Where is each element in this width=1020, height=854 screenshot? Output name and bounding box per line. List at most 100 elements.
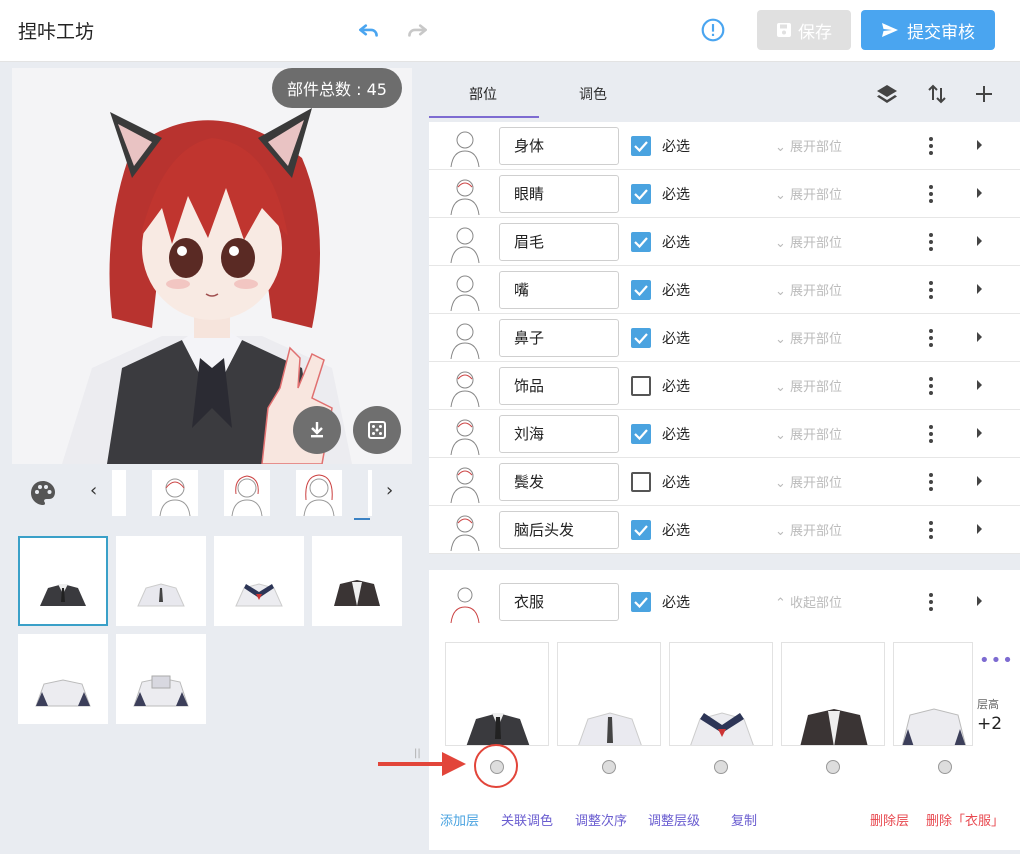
required-checkbox[interactable] — [631, 520, 651, 540]
undo-icon[interactable] — [356, 18, 382, 44]
palette-icon[interactable] — [28, 478, 58, 508]
redo-icon[interactable] — [404, 18, 430, 44]
more-vert-icon[interactable] — [925, 590, 937, 614]
expand-part-toggle[interactable]: ⌄ 展开部位 — [775, 472, 842, 491]
plus-icon[interactable] — [972, 82, 996, 106]
part-row: 刘海 必选 ⌄ 展开部位 — [429, 410, 1020, 458]
red-arrow-icon — [378, 752, 466, 776]
layers-icon[interactable] — [875, 82, 899, 106]
chevron-right-icon[interactable] — [975, 184, 985, 202]
link-color-link[interactable]: 关联调色 — [501, 810, 553, 829]
required-checkbox[interactable] — [631, 280, 651, 300]
expand-part-toggle[interactable]: ⌄ 展开部位 — [775, 376, 842, 395]
expand-part-toggle[interactable]: ⌄ 展开部位 — [775, 232, 842, 251]
layer-card[interactable] — [893, 642, 973, 746]
expand-part-toggle[interactable]: ⌄ 展开部位 — [775, 520, 842, 539]
more-vert-icon[interactable] — [925, 278, 937, 302]
more-vert-icon[interactable] — [925, 374, 937, 398]
layer-card[interactable] — [669, 642, 773, 746]
part-name-field[interactable]: 饰品 — [499, 367, 619, 405]
required-checkbox[interactable] — [631, 184, 651, 204]
variant-thumb[interactable] — [312, 536, 402, 626]
expand-part-toggle[interactable]: ⌄ 展开部位 — [775, 136, 842, 155]
more-vert-icon[interactable] — [925, 470, 937, 494]
delete-layer-link[interactable]: 删除层 — [870, 810, 909, 829]
layer-card[interactable] — [781, 642, 885, 746]
required-label: 必选 — [662, 427, 690, 443]
variant-thumb[interactable] — [116, 536, 206, 626]
part-thumb — [450, 323, 480, 359]
required-checkbox[interactable] — [631, 376, 651, 396]
chevron-right-icon[interactable] — [975, 424, 985, 442]
expand-part-toggle[interactable]: ⌄ 展开部位 — [775, 328, 842, 347]
layer-radio[interactable] — [826, 760, 840, 774]
chevron-right-icon[interactable] — [975, 328, 985, 346]
adjust-order-link[interactable]: 调整次序 — [575, 810, 627, 829]
add-layer-link[interactable]: 添加层 — [440, 810, 479, 829]
more-vert-icon[interactable] — [925, 518, 937, 542]
required-checkbox[interactable] — [631, 424, 651, 444]
chevron-right-icon[interactable] — [975, 592, 985, 610]
part-name-field[interactable]: 刘海 — [499, 415, 619, 453]
chevron-right-icon[interactable] — [975, 520, 985, 538]
more-vert-icon[interactable] — [925, 230, 937, 254]
chevron-right-icon[interactable] — [975, 136, 985, 154]
required-checkbox[interactable] — [631, 232, 651, 252]
info-icon[interactable] — [700, 17, 726, 43]
strip-prev-arrow[interactable]: ‹ — [90, 480, 97, 501]
strip-thumb[interactable] — [224, 470, 270, 517]
variant-thumb[interactable] — [116, 634, 206, 724]
chevron-right-icon[interactable] — [975, 280, 985, 298]
chevron-right-icon[interactable] — [975, 472, 985, 490]
part-name-field[interactable]: 身体 — [499, 127, 619, 165]
more-vert-icon[interactable] — [925, 182, 937, 206]
collapse-part-toggle[interactable]: ⌃ 收起部位 — [775, 592, 842, 611]
more-vert-icon[interactable] — [925, 422, 937, 446]
chevron-down-icon: ⌄ — [775, 236, 786, 251]
chevron-right-icon[interactable] — [975, 376, 985, 394]
save-button[interactable]: 保存 — [757, 10, 851, 50]
layer-radio[interactable] — [938, 760, 952, 774]
variant-thumb[interactable] — [18, 634, 108, 724]
part-name-field[interactable]: 眼睛 — [499, 175, 619, 213]
required-checkbox[interactable] — [631, 592, 651, 612]
more-vert-icon[interactable] — [925, 326, 937, 350]
random-button[interactable] — [353, 406, 401, 454]
part-name-field[interactable]: 鼻子 — [499, 319, 619, 357]
strip-thumb[interactable] — [152, 470, 198, 517]
chevron-right-icon[interactable] — [975, 232, 985, 250]
copy-link[interactable]: 复制 — [731, 810, 757, 829]
tab-parts[interactable]: 部位 — [469, 84, 497, 104]
part-strip: ‹ › — [12, 464, 412, 522]
layer-radio[interactable] — [602, 760, 616, 774]
required-checkbox[interactable] — [631, 328, 651, 348]
submit-review-button[interactable]: 提交审核 — [861, 10, 995, 50]
expand-part-toggle[interactable]: ⌄ 展开部位 — [775, 184, 842, 203]
submit-button-label: 提交审核 — [907, 22, 975, 43]
part-name-field[interactable]: 嘴 — [499, 271, 619, 309]
part-name-field[interactable]: 鬓发 — [499, 463, 619, 501]
variant-thumb[interactable] — [18, 536, 108, 626]
delete-part-link[interactable]: 删除「衣服」 — [926, 810, 1004, 829]
expand-part-toggle[interactable]: ⌄ 展开部位 — [775, 280, 842, 299]
sort-icon[interactable] — [925, 82, 949, 106]
required-checkbox[interactable] — [631, 136, 651, 156]
part-name-field[interactable]: 衣服 — [499, 583, 619, 621]
adjust-level-link[interactable]: 调整层级 — [648, 810, 700, 829]
expand-part-toggle[interactable]: ⌄ 展开部位 — [775, 424, 842, 443]
part-name-field[interactable]: 眉毛 — [499, 223, 619, 261]
layer-card[interactable] — [445, 642, 549, 746]
part-name-field[interactable]: 脑后头发 — [499, 511, 619, 549]
download-button[interactable] — [293, 406, 341, 454]
strip-next-arrow[interactable]: › — [386, 480, 393, 501]
layer-radio[interactable] — [714, 760, 728, 774]
strip-thumb[interactable] — [296, 470, 342, 517]
variant-thumb[interactable] — [214, 536, 304, 626]
more-vert-icon[interactable] — [925, 134, 937, 158]
more-horiz-icon[interactable]: ••• — [979, 650, 1014, 671]
tab-color[interactable]: 调色 — [579, 84, 607, 104]
layer-card[interactable] — [557, 642, 661, 746]
required-checkbox[interactable] — [631, 472, 651, 492]
strip-thumb[interactable] — [368, 470, 372, 516]
strip-thumb[interactable] — [112, 470, 126, 516]
